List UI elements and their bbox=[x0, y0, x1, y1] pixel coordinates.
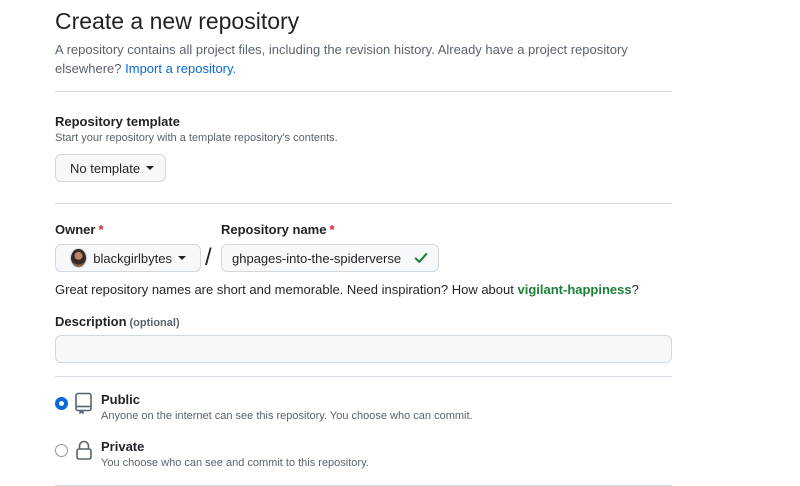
avatar bbox=[70, 248, 88, 268]
name-helper-text: Great repository names are short and mem… bbox=[55, 282, 639, 297]
repo-name-label-text: Repository name bbox=[221, 222, 327, 237]
owner-repo-separator: / bbox=[205, 244, 212, 271]
template-select-label: No template bbox=[70, 160, 141, 176]
owner-select-button[interactable]: blackgirlbytes bbox=[55, 244, 201, 272]
divider bbox=[55, 91, 672, 92]
required-mark: * bbox=[329, 222, 335, 237]
name-helper-body: Great repository names are short and mem… bbox=[55, 282, 514, 297]
import-repository-link[interactable]: Import a repository. bbox=[125, 61, 236, 76]
page-title: Create a new repository bbox=[55, 8, 300, 34]
lock-icon bbox=[76, 440, 92, 460]
check-icon bbox=[414, 253, 428, 263]
optional-tag: (optional) bbox=[129, 317, 180, 329]
public-description: Anyone on the internet can see this repo… bbox=[101, 410, 473, 422]
owner-select-label: blackgirlbytes bbox=[93, 250, 172, 266]
repository-name-value: ghpages-into-the-spiderverse bbox=[232, 250, 402, 266]
page-subtitle: A repository contains all project files,… bbox=[55, 40, 655, 78]
owner-label: Owner * bbox=[55, 222, 104, 237]
divider bbox=[55, 203, 672, 204]
private-radio[interactable] bbox=[55, 444, 68, 457]
repo-name-label: Repository name * bbox=[221, 222, 335, 237]
public-radio[interactable] bbox=[55, 397, 68, 410]
name-suggestion-link[interactable]: vigilant-happiness bbox=[517, 282, 631, 297]
name-helper-suffix: ? bbox=[631, 282, 639, 297]
private-title: Private bbox=[101, 439, 145, 454]
description-input[interactable] bbox=[55, 335, 672, 363]
caret-down-icon bbox=[146, 166, 155, 170]
repo-icon bbox=[75, 392, 92, 414]
caret-down-icon bbox=[178, 256, 186, 260]
template-select-button[interactable]: No template bbox=[55, 154, 166, 182]
private-description: You choose who can see and commit to thi… bbox=[101, 457, 369, 469]
public-title: Public bbox=[101, 392, 141, 407]
repository-name-input[interactable]: ghpages-into-the-spiderverse bbox=[221, 244, 439, 272]
divider bbox=[55, 376, 672, 377]
owner-label-text: Owner bbox=[55, 222, 96, 237]
template-label: Repository template bbox=[55, 114, 180, 129]
description-label: Description (optional) bbox=[55, 314, 180, 329]
new-repository-page: Create a new repository A repository con… bbox=[0, 0, 800, 486]
template-hint: Start your repository with a template re… bbox=[55, 132, 338, 144]
required-mark: * bbox=[98, 222, 104, 237]
description-label-text: Description bbox=[55, 314, 127, 329]
